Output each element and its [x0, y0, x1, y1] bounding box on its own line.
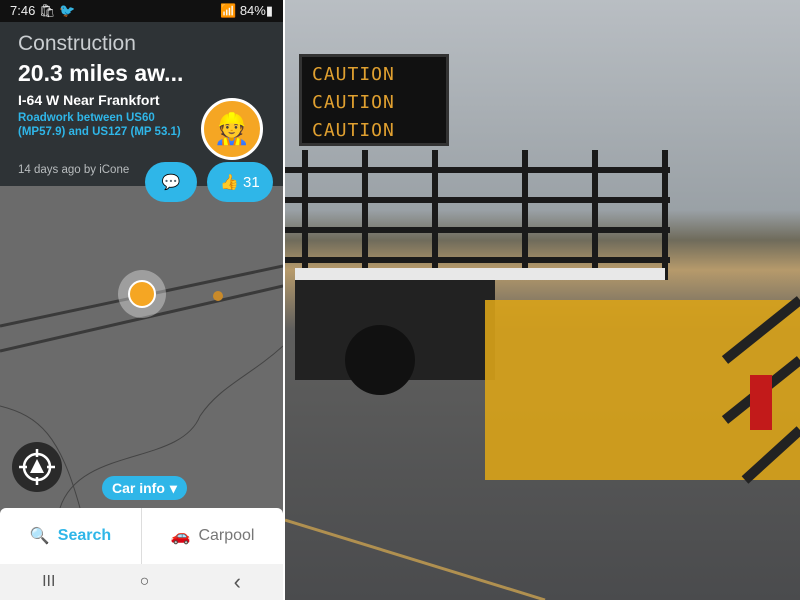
waze-screenshot: 7:46 🛍 🐦 📶 84%▮ Construction 20.3 miles …: [0, 0, 283, 600]
status-bar: 7:46 🛍 🐦 📶 84%▮: [0, 0, 283, 22]
bottom-bar: 🔍 Search 🚗 Carpool: [0, 508, 283, 564]
chevron-down-icon: ▾: [169, 479, 177, 496]
bag-icon: 🛍: [38, 3, 56, 18]
home-button[interactable]: ○: [140, 573, 150, 591]
car-icon: 🚗: [170, 528, 191, 545]
construction-map-marker: [128, 280, 156, 308]
carpool-label: Carpool: [198, 527, 255, 544]
twitter-icon: 🐦: [59, 3, 76, 18]
car-info-button[interactable]: Car info ▾: [102, 476, 187, 500]
alert-category: Construction: [18, 32, 136, 55]
android-nav-bar: III ○ ‹: [0, 564, 283, 600]
search-icon: 🔍: [29, 528, 50, 545]
truck-illustration: [285, 150, 800, 600]
back-button[interactable]: ‹: [234, 569, 241, 595]
crosshair-icon: [19, 449, 55, 485]
hazard-map-marker: [213, 291, 223, 301]
search-button[interactable]: 🔍 Search: [0, 508, 142, 564]
recenter-button[interactable]: [12, 442, 62, 492]
recents-button[interactable]: III: [42, 573, 55, 591]
construction-worker-icon: 👷: [201, 98, 263, 160]
truck-photo: CAUTION CAUTION CAUTION: [285, 0, 800, 600]
time: 7:46: [10, 3, 36, 18]
wifi-icon: 📶: [220, 3, 237, 18]
alert-posted: 14 days ago by iCone: [18, 164, 130, 176]
alert-description: Roadwork between US60 (MP57.9) and US127…: [18, 112, 181, 138]
search-label: Search: [57, 527, 112, 544]
carpool-button[interactable]: 🚗 Carpool: [142, 508, 283, 564]
alert-distance: 20.3 miles aw...: [18, 60, 184, 86]
battery-level: 84%: [239, 3, 266, 18]
car-info-label: Car info: [112, 480, 165, 496]
battery-icon: ▮: [265, 3, 273, 18]
